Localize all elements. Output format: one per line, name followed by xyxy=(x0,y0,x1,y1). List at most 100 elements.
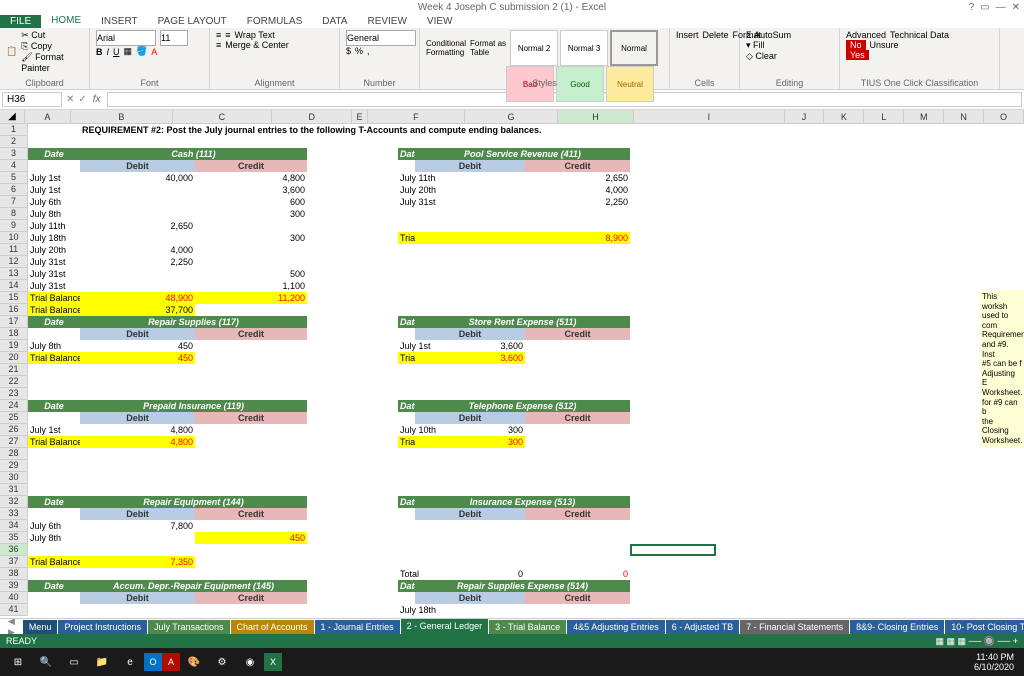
cell-E38[interactable]: Total xyxy=(398,568,415,580)
fx-icon[interactable]: fx xyxy=(89,94,105,105)
row-header-6[interactable]: 6 xyxy=(0,184,28,196)
row-header-4[interactable]: 4 xyxy=(0,160,28,172)
chrome-icon[interactable]: ◉ xyxy=(236,650,264,674)
clear-button[interactable]: Clear xyxy=(755,51,777,61)
help-icon[interactable]: ? xyxy=(969,2,975,13)
cell-B11[interactable]: 4,000 xyxy=(80,244,195,256)
no-button[interactable]: No xyxy=(846,40,866,50)
cell-B24[interactable]: Prepaid Insurance (119) xyxy=(80,400,307,412)
cell-E10[interactable]: Trial balance xyxy=(398,232,415,244)
row-header-28[interactable]: 28 xyxy=(0,448,28,460)
cell-A8[interactable]: July 8th xyxy=(28,208,80,220)
row-header-21[interactable]: 21 xyxy=(0,364,28,376)
sheet-adj-e[interactable]: 4&5 Adjusting Entries xyxy=(567,620,665,634)
cell-C25[interactable]: Credit xyxy=(195,412,307,424)
row-header-8[interactable]: 8 xyxy=(0,208,28,220)
yes-button[interactable]: Yes xyxy=(846,50,869,60)
row-header-2[interactable]: 2 xyxy=(0,136,28,148)
number-format-select[interactable] xyxy=(346,30,416,46)
tab-page-layout[interactable]: PAGE LAYOUT xyxy=(148,15,237,28)
col-header-E[interactable]: E xyxy=(352,110,367,123)
border-button[interactable]: ▦ xyxy=(124,46,133,57)
col-header-K[interactable]: K xyxy=(824,110,864,123)
row-header-13[interactable]: 13 xyxy=(0,268,28,280)
cell-G7[interactable]: 2,250 xyxy=(525,196,630,208)
cell-G33[interactable]: Credit xyxy=(525,508,630,520)
paste-button[interactable]: 📋 xyxy=(6,46,17,57)
cell-E17[interactable]: Date xyxy=(398,316,415,328)
grid[interactable]: ◢ ABCDEFGHIJKLMNO 1234567891011121314151… xyxy=(0,110,1024,618)
fill-button[interactable]: Fill xyxy=(753,40,765,50)
row-header-22[interactable]: 22 xyxy=(0,376,28,388)
row-header-1[interactable]: 1 xyxy=(0,124,28,136)
cell-F40[interactable]: Debit xyxy=(415,592,525,604)
cell-E19[interactable]: July 1st xyxy=(398,340,415,352)
row-header-33[interactable]: 33 xyxy=(0,508,28,520)
fill-color-button[interactable]: 🪣 xyxy=(136,46,147,57)
window-min-icon[interactable]: — xyxy=(996,2,1006,13)
cell-A17[interactable]: Date xyxy=(28,316,80,328)
cell-A20[interactable]: Trial Balance xyxy=(28,352,80,364)
cell-A16[interactable]: Trial Balance xyxy=(28,304,80,316)
clock-date[interactable]: 6/10/2020 xyxy=(974,662,1014,672)
cell-C7[interactable]: 600 xyxy=(195,196,307,208)
cell-E32[interactable]: Date xyxy=(398,496,415,508)
cell-A19[interactable]: July 8th xyxy=(28,340,80,352)
cell-F25[interactable]: Debit xyxy=(415,412,525,424)
row-header-26[interactable]: 26 xyxy=(0,424,28,436)
cell-E24[interactable]: Date xyxy=(398,400,415,412)
paint-icon[interactable]: 🎨 xyxy=(180,650,208,674)
col-header-F[interactable]: F xyxy=(368,110,465,123)
cell-A37[interactable]: Trial Balance xyxy=(28,556,80,568)
cell-A13[interactable]: July 31st xyxy=(28,268,80,280)
cell-F27[interactable]: 300 xyxy=(415,436,525,448)
currency-button[interactable]: $ xyxy=(346,46,351,56)
cell-B19[interactable]: 450 xyxy=(80,340,195,352)
sheet-trial[interactable]: 3 - Trial Balance xyxy=(489,620,566,634)
bold-button[interactable]: B xyxy=(96,47,103,57)
style-normal[interactable]: Normal xyxy=(610,30,658,66)
wrap-text-button[interactable]: Wrap Text xyxy=(235,30,275,40)
cell-B5[interactable]: 40,000 xyxy=(80,172,195,184)
enter-icon[interactable]: ✓ xyxy=(76,94,88,105)
sheet-closing[interactable]: 8&9- Closing Entries xyxy=(850,620,944,634)
row-header-32[interactable]: 32 xyxy=(0,496,28,508)
window-close-icon[interactable]: ✕ xyxy=(1012,2,1020,13)
cell-C40[interactable]: Credit xyxy=(195,592,307,604)
cell-B18[interactable]: Debit xyxy=(80,328,195,340)
cell-B39[interactable]: Accum. Depr.-Repair Equipment (145) xyxy=(80,580,307,592)
style-normal3[interactable]: Normal 3 xyxy=(560,30,608,66)
font-family-select[interactable] xyxy=(96,30,156,46)
copy-button[interactable]: Copy xyxy=(31,41,52,51)
cell-A11[interactable]: July 20th xyxy=(28,244,80,256)
row-header-39[interactable]: 39 xyxy=(0,580,28,592)
col-header-O[interactable]: O xyxy=(984,110,1024,123)
delete-cells-button[interactable]: Delete xyxy=(703,30,729,40)
clock-time[interactable]: 11:40 PM xyxy=(974,652,1014,662)
align-mid-button[interactable]: ≡ xyxy=(225,30,230,40)
align-left-button[interactable]: ≡ xyxy=(216,40,221,50)
percent-button[interactable]: % xyxy=(355,46,363,56)
cell-F17[interactable]: Store Rent Expense (511) xyxy=(415,316,630,328)
row-header-15[interactable]: 15 xyxy=(0,292,28,304)
cell-B15[interactable]: 48,900 xyxy=(80,292,195,304)
row-header-25[interactable]: 25 xyxy=(0,412,28,424)
row-header-9[interactable]: 9 xyxy=(0,220,28,232)
cell-F39[interactable]: Repair Supplies Expense (514) xyxy=(415,580,630,592)
cell-B16[interactable]: 37,700 xyxy=(80,304,195,316)
cell-B3[interactable]: Cash (111) xyxy=(80,148,307,160)
col-header-M[interactable]: M xyxy=(904,110,944,123)
cell-A24[interactable]: Date xyxy=(28,400,80,412)
row-header-17[interactable]: 17 xyxy=(0,316,28,328)
cell-F4[interactable]: Debit xyxy=(415,160,525,172)
cell-F3[interactable]: Pool Service Revenue (411) xyxy=(415,148,630,160)
row-header-18[interactable]: 18 xyxy=(0,328,28,340)
cell-A27[interactable]: Trial Balance xyxy=(28,436,80,448)
cell-A32[interactable]: Date xyxy=(28,496,80,508)
cell-G6[interactable]: 4,000 xyxy=(525,184,630,196)
cell-G18[interactable]: Credit xyxy=(525,328,630,340)
format-painter-button[interactable]: Format Painter xyxy=(21,52,63,73)
cell-G40[interactable]: Credit xyxy=(525,592,630,604)
edge-icon[interactable]: e xyxy=(116,650,144,674)
cell-A26[interactable]: July 1st xyxy=(28,424,80,436)
